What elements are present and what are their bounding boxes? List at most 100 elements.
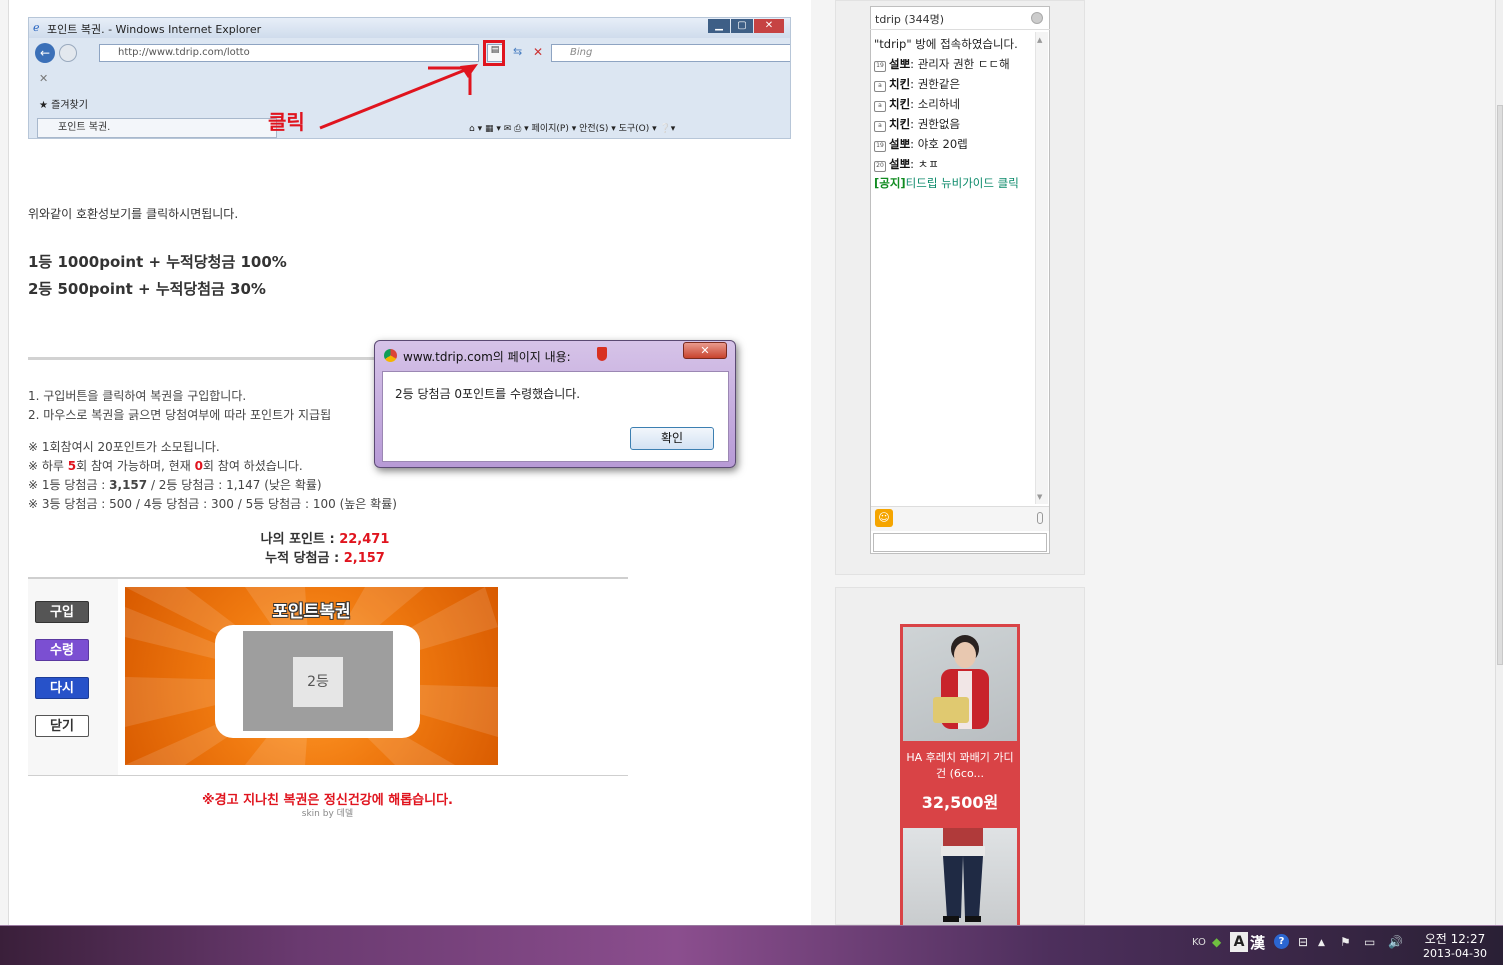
ie-window-buttons: ▁ ▢ ✕	[708, 19, 784, 33]
chat-nick[interactable]: 설뽀	[889, 157, 910, 171]
scrollbar-thumb[interactable]	[1497, 105, 1503, 665]
emoticon-icon[interactable]: ☺	[875, 509, 893, 527]
note-text: 회 참여 하셨습니다.	[202, 459, 303, 473]
note-text: 회 참여 가능하며, 현재	[76, 459, 195, 473]
note-daily-limit: ※ 하루 5회 참여 가능하며, 현재 0회 참여 하셨습니다.	[28, 457, 303, 474]
ie-tab: 포인트 복권.	[37, 118, 277, 138]
note-prize-low: ※ 3등 당첨금 : 500 / 4등 당첨금 : 300 / 5등 당첨금 :…	[28, 497, 397, 511]
chat-notice[interactable]: [공지]티드립 뉴비가이드 클릭	[874, 176, 1034, 191]
note-text: / 2등 당첨금 : 1,147 (낮은 확률)	[147, 478, 322, 492]
chat-toolbar	[871, 506, 1049, 531]
product-photo[interactable]	[903, 828, 1017, 925]
instruction-1: 1. 구입버튼을 클릭하여 복권을 구입합니다.	[28, 389, 247, 403]
ime-mode-button[interactable]: A	[1230, 932, 1248, 952]
level-icon: 19	[874, 141, 886, 152]
close-bar-icon: ✕	[39, 72, 49, 85]
chat-nick[interactable]: 설뽀	[889, 137, 910, 151]
notice-tag: [공지]	[874, 176, 906, 190]
chat-message: 20 설뽀: ㅊㅍ	[874, 156, 939, 172]
product-photo[interactable]	[903, 627, 1017, 741]
scroll-up-icon[interactable]: ▲	[1037, 36, 1042, 44]
lotto-ticket[interactable]: 포인트복권 2등	[125, 587, 498, 765]
chat-input[interactable]	[873, 533, 1047, 552]
level-icon: a	[874, 81, 886, 92]
stop-icon: ✕	[533, 45, 544, 59]
chat-message: a 치킨: 권한같은	[874, 76, 960, 92]
chat-text: : 권한없음	[910, 117, 961, 131]
hanja-button[interactable]: 漢	[1250, 932, 1265, 953]
product-name[interactable]: HA 후레치 꽈배기 가디건 (6co...	[903, 750, 1017, 782]
ie-command-bar: ⌂ ▾ ▦ ▾ ✉ ⎙ ▾ 페이지(P) ▾ 안전(S) ▾ 도구(O) ▾ ❔…	[469, 124, 676, 134]
close-button[interactable]: 닫기	[35, 715, 89, 737]
ie-search-box: Bing	[551, 44, 790, 62]
level-icon: a	[874, 101, 886, 112]
product-price: 32,500원	[921, 793, 999, 812]
note-text: ※ 1등 당첨금 :	[28, 478, 110, 492]
close-icon: ✕	[754, 19, 784, 33]
network-icon[interactable]: ▭	[1364, 935, 1375, 949]
lotto-result: 2등	[293, 657, 343, 707]
tray-expand-icon[interactable]: ▲	[1318, 938, 1325, 948]
help-icon[interactable]: ?	[1274, 934, 1289, 949]
ie-menu-text: 페이지(P) ▾ 안전(S) ▾ 도구(O) ▾	[531, 124, 657, 134]
minimize-icon: ▁	[708, 19, 730, 33]
chat-text: : ㅊㅍ	[910, 157, 939, 171]
again-button[interactable]: 다시	[35, 677, 89, 699]
prize-first: 1등 1000point + 누적당청금 100%	[28, 253, 287, 271]
back-arrow-icon: ←	[35, 43, 55, 63]
daily-count-value: 0	[194, 459, 203, 473]
my-point-value: 22,471	[339, 532, 390, 547]
jackpot-label: 누적 당첨금 :	[265, 551, 344, 566]
click-annotation-label: 클릭	[268, 110, 305, 134]
ie-favorites: ★ 즐겨찾기	[39, 100, 88, 111]
clock-time[interactable]: 오전 12:27	[1420, 930, 1490, 947]
divider	[28, 775, 628, 776]
chrome-icon	[384, 349, 397, 362]
dialog-ok-button[interactable]: 확인	[630, 427, 714, 450]
scroll-down-icon[interactable]: ▼	[1037, 493, 1042, 501]
skin-credit[interactable]: skin by 데델	[0, 806, 655, 819]
ie-window-title: 포인트 복권. - Windows Internet Explorer	[47, 23, 262, 36]
forward-arrow-icon	[59, 44, 77, 62]
jackpot-value: 2,157	[343, 551, 385, 566]
chat-nick[interactable]: 치킨	[889, 77, 910, 91]
level-icon: 20	[874, 161, 886, 172]
notice-text: 티드립 뉴비가이드 클릭	[905, 176, 1019, 190]
ime-options-icon[interactable]: ⊟	[1298, 935, 1308, 949]
favorites-label: 즐겨찾기	[51, 100, 88, 111]
chat-text: : 소리하네	[910, 97, 961, 111]
chat-scrollbar[interactable]	[1035, 32, 1048, 504]
redeem-button[interactable]: 수령	[35, 639, 89, 661]
note-prize-high: ※ 1등 당첨금 : 3,157 / 2등 당첨금 : 1,147 (낮은 확률…	[28, 476, 322, 493]
attach-icon[interactable]	[1037, 512, 1043, 524]
compat-instruction: 위와같이 호환성보기를 클릭하시면됩니다.	[28, 207, 239, 221]
gear-icon[interactable]	[1031, 12, 1043, 24]
shield-icon	[597, 347, 607, 361]
my-point-label: 나의 포인트 :	[260, 532, 340, 547]
chat-title: tdrip (344명)	[875, 13, 945, 26]
dialog-message: 2등 당첨금 0포인트를 수령했습니다.	[395, 387, 581, 401]
buy-button[interactable]: 구입	[35, 601, 89, 623]
prize-second: 2등 500point + 누적당첨금 30%	[28, 280, 266, 298]
volume-icon[interactable]: 🔊	[1388, 935, 1403, 949]
clock-date[interactable]: 2013-04-30	[1420, 947, 1490, 960]
first-prize-value: 3,157	[109, 478, 148, 492]
model-photo-icon	[941, 828, 985, 922]
chat-nick[interactable]: 치킨	[889, 97, 910, 111]
language-indicator[interactable]: KO	[1192, 937, 1206, 948]
note-text: ※ 하루	[28, 459, 68, 473]
chat-text: : 야호 20렙	[910, 137, 968, 151]
alert-dialog: www.tdrip.com의 페이지 내용: ✕ 2등 당첨금 0포인트를 수령…	[374, 340, 736, 468]
chat-message: 19 설뽀: 야호 20렙	[874, 136, 968, 152]
model-photo-icon	[933, 635, 989, 729]
dialog-close-button[interactable]: ✕	[683, 342, 727, 359]
action-center-flag-icon[interactable]: ⚑	[1340, 935, 1351, 949]
level-icon: a	[874, 121, 886, 132]
ime-icon[interactable]: ◆	[1212, 935, 1221, 949]
chat-message: a 치킨: 권한없음	[874, 116, 960, 132]
divider	[28, 577, 628, 579]
chat-nick[interactable]: 설뽀	[889, 57, 910, 71]
my-point: 나의 포인트 : 22,471	[0, 528, 650, 547]
chat-nick[interactable]: 치킨	[889, 117, 910, 131]
chat-text: : 권한같은	[910, 77, 961, 91]
